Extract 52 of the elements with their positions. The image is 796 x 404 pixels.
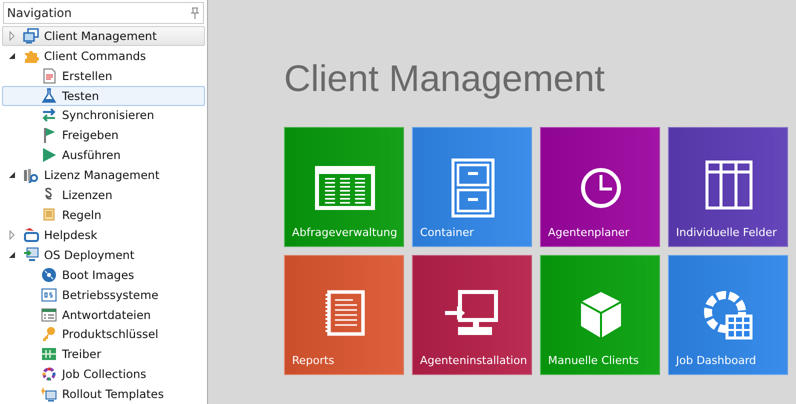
- scroll-icon: [41, 207, 57, 223]
- tile[interactable]: Job Dashboard: [668, 255, 788, 375]
- expand-icon[interactable]: [7, 30, 17, 41]
- tree-item[interactable]: Erstellen: [2, 66, 205, 86]
- expand-icon[interactable]: [7, 230, 17, 240]
- tree-item[interactable]: Client Commands: [2, 46, 205, 66]
- tree-item[interactable]: Testen: [2, 86, 205, 106]
- tree-item[interactable]: Produktschlüssel: [2, 324, 205, 344]
- tree-item[interactable]: Regeln: [2, 205, 205, 225]
- tree-item[interactable]: Lizenzen: [2, 185, 205, 206]
- tree-item[interactable]: Lizenz Management: [2, 165, 205, 186]
- monitors-icon: [23, 28, 39, 44]
- flask-icon: [41, 88, 57, 104]
- monitor-icon: [23, 246, 39, 263]
- os-icon: [41, 286, 57, 303]
- pin-icon[interactable]: [190, 6, 200, 19]
- tile[interactable]: Reports: [284, 255, 404, 375]
- document-icon: [41, 68, 57, 84]
- tree-item[interactable]: Helpdesk: [2, 224, 205, 245]
- panel-title: Navigation: [7, 6, 72, 20]
- arrows-icon: [41, 107, 57, 124]
- tree-item[interactable]: Job Collections: [2, 364, 205, 384]
- page-title: Client Management: [284, 58, 606, 100]
- ring-icon: [41, 366, 57, 382]
- key-icon: [41, 326, 57, 342]
- toolbox-icon: [23, 226, 39, 243]
- tree-item[interactable]: Ausführen: [2, 145, 205, 166]
- tile[interactable]: Agentenplaner: [540, 127, 660, 247]
- tile[interactable]: Agenteninstallation: [412, 255, 532, 375]
- tree-item[interactable]: Treiber: [2, 344, 205, 364]
- disc-icon: [41, 266, 57, 283]
- tile[interactable]: Abfrageverwaltung: [284, 127, 404, 247]
- collapse-icon[interactable]: [7, 50, 17, 61]
- form-icon: [41, 306, 57, 323]
- tile[interactable]: Manuelle Clients: [540, 255, 660, 375]
- flag-icon: [41, 127, 57, 144]
- tree-item[interactable]: Boot Images: [2, 264, 205, 285]
- play-icon: [41, 147, 57, 164]
- board-icon: [41, 346, 57, 362]
- tree-item[interactable]: Betriebssysteme: [2, 284, 205, 305]
- tree-item[interactable]: Rollout Templates: [2, 384, 205, 404]
- tree-item[interactable]: Client Management: [2, 26, 205, 46]
- tree-item[interactable]: Synchronisieren: [2, 106, 205, 126]
- tile[interactable]: Container: [412, 127, 532, 247]
- tree-item[interactable]: Freigeben: [2, 125, 205, 146]
- tile[interactable]: Individuelle Felder: [668, 127, 788, 247]
- books-icon: [23, 167, 39, 184]
- tree-item[interactable]: OS Deployment: [2, 244, 205, 265]
- tree-item[interactable]: Antwortdateien: [2, 304, 205, 324]
- monitor-icon: [41, 386, 57, 402]
- collapse-icon[interactable]: [7, 170, 17, 180]
- collapse-icon[interactable]: [7, 250, 17, 260]
